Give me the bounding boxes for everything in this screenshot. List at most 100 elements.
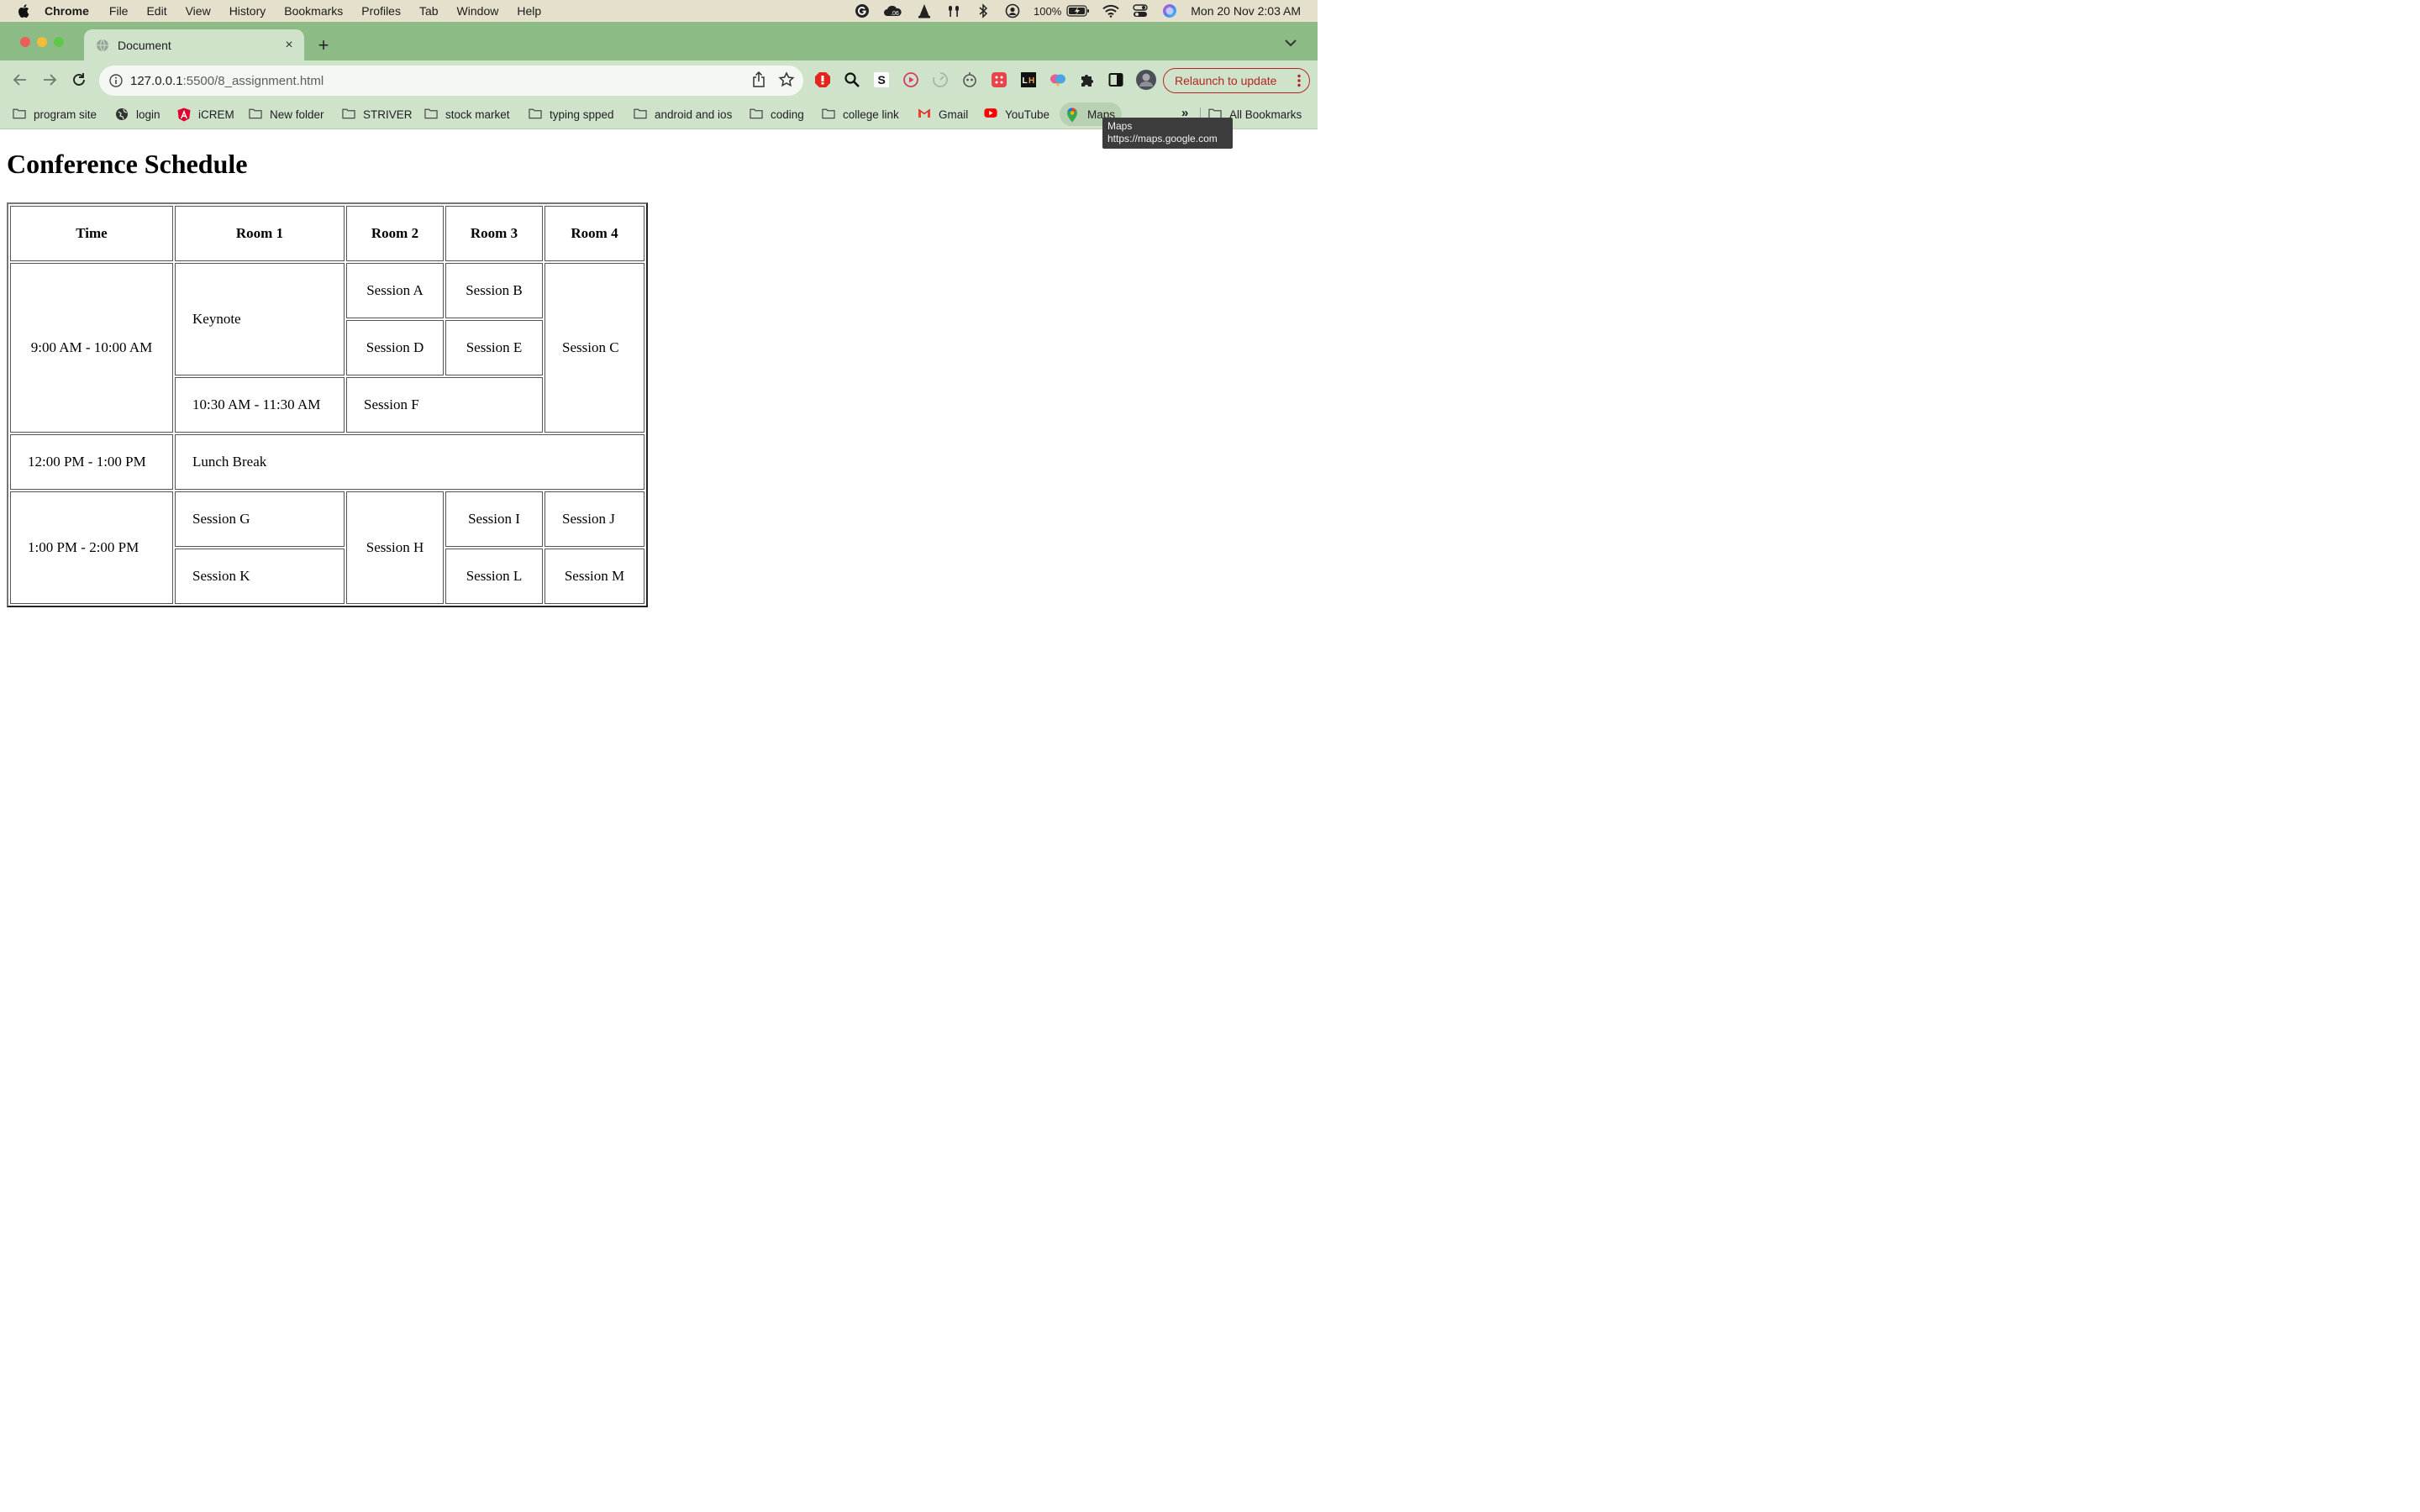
side-panel-icon[interactable] <box>1107 71 1124 88</box>
relaunch-to-update-button[interactable]: Relaunch to update <box>1163 68 1310 93</box>
session-cell: Session L <box>445 549 543 604</box>
bookmark-college-link[interactable]: college link <box>822 106 899 123</box>
bookmark-login[interactable]: login <box>115 106 160 123</box>
s-extension-icon[interactable]: S <box>873 71 890 88</box>
user-account-icon[interactable] <box>1004 3 1021 19</box>
table-row: 1:00 PM - 2:00 PM Session G Session H Se… <box>10 491 644 604</box>
session-cell: Keynote <box>175 263 345 375</box>
session-cell: Session F <box>346 377 543 433</box>
share-icon[interactable] <box>751 71 766 92</box>
siri-icon[interactable] <box>1161 3 1178 19</box>
bookmark-label: All Bookmarks <box>1229 108 1302 121</box>
window-close-button[interactable] <box>20 37 30 47</box>
session-cell: Session J <box>544 491 644 547</box>
angular-logo-icon <box>177 108 191 122</box>
new-tab-button[interactable]: + <box>314 34 333 55</box>
status-badge-text: .06 <box>891 11 899 17</box>
battery-icon[interactable] <box>1066 3 1090 19</box>
menu-profiles[interactable]: Profiles <box>361 4 401 18</box>
folder-icon <box>634 108 647 121</box>
bookmark-label: android and ios <box>655 108 733 121</box>
cloud-status-icon[interactable]: .06 <box>883 3 903 19</box>
column-header: Room 3 <box>445 206 543 261</box>
menu-history[interactable]: History <box>229 4 266 18</box>
brain-extension-icon[interactable] <box>1050 71 1066 88</box>
window-minimize-button[interactable] <box>37 37 47 47</box>
menu-app-name[interactable]: Chrome <box>45 4 89 18</box>
wifi-icon[interactable] <box>1102 3 1119 19</box>
bookmark-star-icon[interactable] <box>778 71 795 92</box>
more-menu-icon[interactable] <box>1297 74 1301 90</box>
bookmark-icrem[interactable]: iCREM <box>177 106 234 123</box>
page-content: Conference Schedule Time Room 1 Room 2 R… <box>0 130 1318 823</box>
menu-tab[interactable]: Tab <box>419 4 439 18</box>
profile-avatar[interactable] <box>1135 69 1157 91</box>
folder-icon <box>822 108 835 121</box>
bluetooth-icon[interactable] <box>975 3 992 19</box>
battery-percentage: 100% <box>1034 4 1062 18</box>
tab-document[interactable]: Document × <box>84 29 304 60</box>
bookmark-youtube[interactable]: YouTube <box>984 106 1050 123</box>
table-header-row: Time Room 1 Room 2 Room 3 Room 4 <box>10 206 644 261</box>
bookmark-typing-spped[interactable]: typing spped <box>529 106 614 123</box>
menu-view[interactable]: View <box>186 4 211 18</box>
bookmark-new-folder[interactable]: New folder <box>249 106 324 123</box>
tooltip-title: Maps <box>1107 120 1133 132</box>
tab-title: Document <box>118 38 171 52</box>
leetcode-extension-icon[interactable] <box>991 71 1007 88</box>
bookmark-program-site[interactable]: program site <box>13 106 97 123</box>
airpods-icon[interactable] <box>945 3 962 19</box>
table-row: 9:00 AM - 10:00 AM Keynote Session A Ses… <box>10 263 644 433</box>
bookmark-label: login <box>136 108 160 121</box>
menu-edit[interactable]: Edit <box>146 4 166 18</box>
tab-search-chevron-icon[interactable] <box>1284 39 1297 49</box>
bookmark-label: typing spped <box>550 108 614 121</box>
reload-icon[interactable] <box>69 70 89 90</box>
vlc-cone-icon[interactable] <box>916 3 933 19</box>
window-zoom-button[interactable] <box>54 37 64 47</box>
session-cell: Session C <box>544 263 644 433</box>
adblock-extension-icon[interactable] <box>814 71 831 88</box>
forward-arrow-icon[interactable] <box>39 70 60 90</box>
apple-logo-icon[interactable] <box>18 3 33 18</box>
menu-file[interactable]: File <box>109 4 129 18</box>
bookmark-label: STRIVER <box>363 108 413 121</box>
grammarly-icon[interactable] <box>854 3 871 19</box>
site-info-icon[interactable] <box>108 73 124 88</box>
bookmark-striver[interactable]: STRIVER <box>342 106 413 123</box>
bookmark-gmail[interactable]: Gmail <box>918 106 968 123</box>
lh-extension-icon[interactable]: LH <box>1020 71 1037 88</box>
menu-bookmarks[interactable]: Bookmarks <box>284 4 343 18</box>
robot-extension-icon[interactable] <box>961 71 978 88</box>
control-center-icon[interactable] <box>1132 3 1149 19</box>
bookmark-coding[interactable]: coding <box>750 106 804 123</box>
extensions-puzzle-icon[interactable] <box>1079 71 1096 88</box>
bookmark-android-and-ios[interactable]: android and ios <box>634 106 732 123</box>
menubar-status-area: .06 100% Mon 20 Nov 2:03 AM <box>841 0 1301 22</box>
menubar-clock[interactable]: Mon 20 Nov 2:03 AM <box>1191 4 1301 18</box>
time-cell: 9:00 AM - 10:00 AM <box>10 263 173 433</box>
bookmark-stock-market[interactable]: stock market <box>424 106 510 123</box>
menu-window[interactable]: Window <box>457 4 499 18</box>
session-cell: Session E <box>445 320 543 375</box>
bookmark-label: YouTube <box>1005 108 1050 121</box>
folder-icon <box>750 108 763 121</box>
tab-close-icon[interactable]: × <box>281 37 297 54</box>
address-bar[interactable]: 127.0.0.1:5500/8_assignment.html <box>99 66 803 96</box>
session-cell: Session M <box>544 549 644 604</box>
time-cell: 10:30 AM - 11:30 AM <box>175 377 345 433</box>
bookmark-tooltip: Maps https://maps.google.com <box>1102 118 1233 149</box>
time-cell: 12:00 PM - 1:00 PM <box>10 434 173 490</box>
session-cell: Session H <box>346 491 444 604</box>
magnifier-extension-icon[interactable] <box>844 71 860 88</box>
menu-help[interactable]: Help <box>517 4 541 18</box>
page-title: Conference Schedule <box>7 149 248 179</box>
video-play-extension-icon[interactable] <box>902 71 919 88</box>
back-arrow-icon[interactable] <box>10 70 30 90</box>
column-header: Time <box>10 206 173 261</box>
session-cell: Session I <box>445 491 543 547</box>
timer-extension-icon[interactable] <box>932 71 949 88</box>
bookmark-label: stock market <box>445 108 510 121</box>
lunch-cell: Lunch Break <box>175 434 644 490</box>
folder-icon <box>342 108 355 121</box>
